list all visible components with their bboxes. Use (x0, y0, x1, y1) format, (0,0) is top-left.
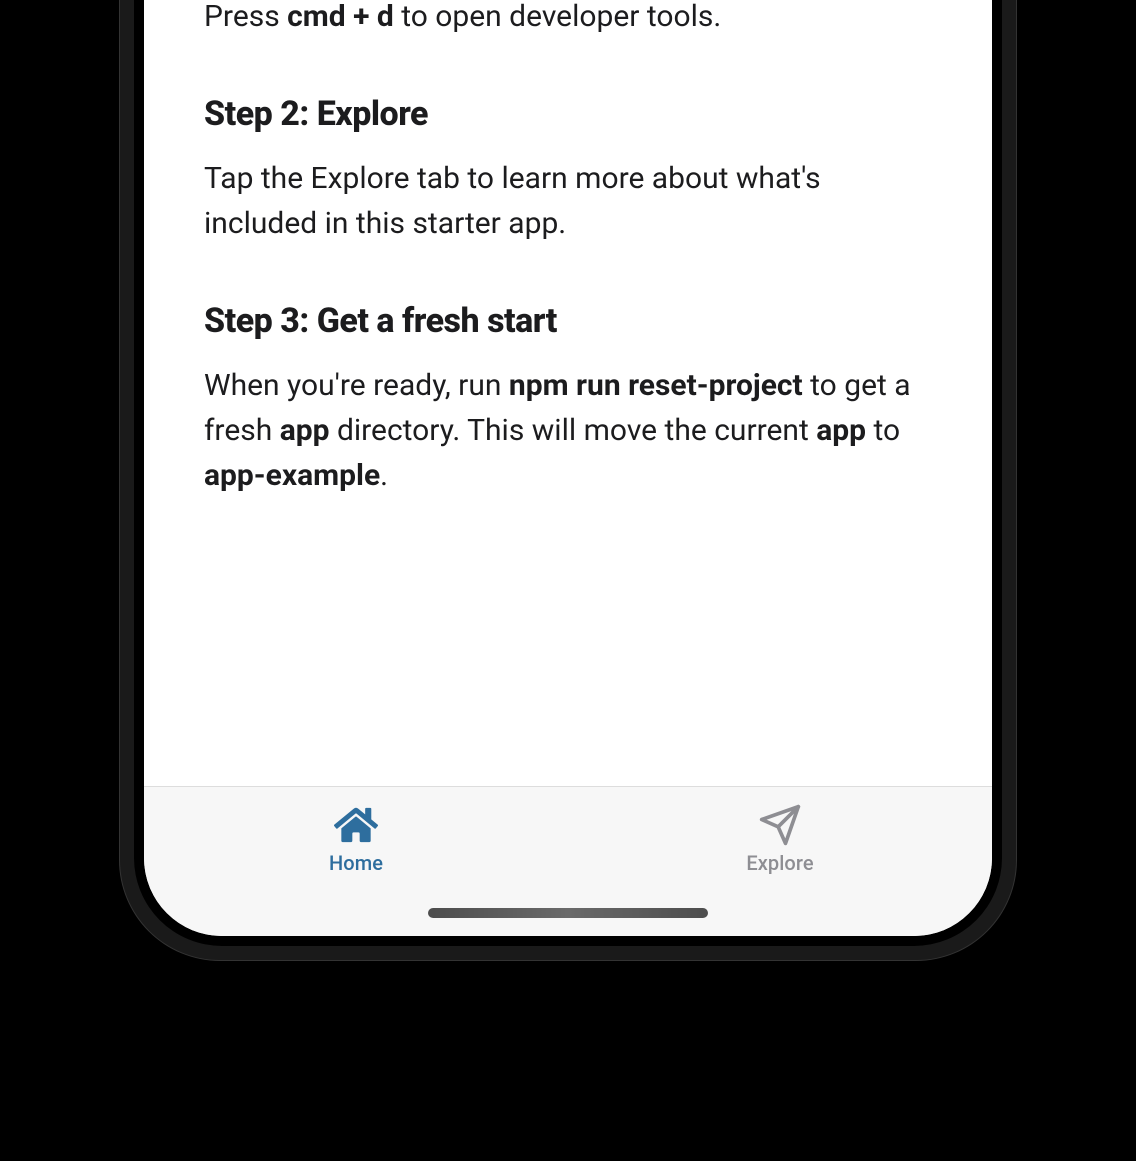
content-area[interactable]: Press cmd + d to open developer tools. S… (144, 0, 992, 786)
step1-body-suffix: to open developer tools. (394, 0, 721, 34)
step3-bold2: app (280, 413, 330, 448)
step2-body: Tap the Explore tab to learn more about … (204, 156, 932, 246)
step3-bold3: app (816, 413, 866, 448)
step3-seg1: When you're ready, run (204, 368, 509, 403)
step3-bold1: npm run reset-project (509, 368, 803, 403)
paper-plane-icon (757, 803, 803, 847)
screen: Press cmd + d to open developer tools. S… (144, 0, 992, 936)
step2-heading: Step 2: Explore (204, 94, 932, 134)
step1-body-prefix: Press (204, 0, 287, 34)
tab-bar: Home Explore (144, 786, 992, 936)
step3-heading: Step 3: Get a fresh start (204, 301, 932, 341)
tab-home[interactable]: Home (144, 797, 568, 881)
tab-explore-label: Explore (746, 851, 813, 875)
tab-explore[interactable]: Explore (568, 797, 992, 881)
home-indicator[interactable] (428, 908, 708, 918)
step3-seg3: directory. This will move the current (330, 413, 817, 448)
home-icon (333, 803, 379, 847)
step1-body-bold: cmd + d (287, 0, 394, 34)
step3-seg4: to (866, 413, 900, 448)
tab-home-label: Home (329, 851, 383, 875)
step1-body: Press cmd + d to open developer tools. (204, 0, 932, 39)
step3-seg5: . (380, 458, 388, 493)
device-frame: Press cmd + d to open developer tools. S… (120, 0, 1016, 960)
step3-body: When you're ready, run npm run reset-pro… (204, 363, 932, 498)
step3-bold4: app-example (204, 458, 380, 493)
device-bezel: Press cmd + d to open developer tools. S… (134, 0, 1002, 946)
